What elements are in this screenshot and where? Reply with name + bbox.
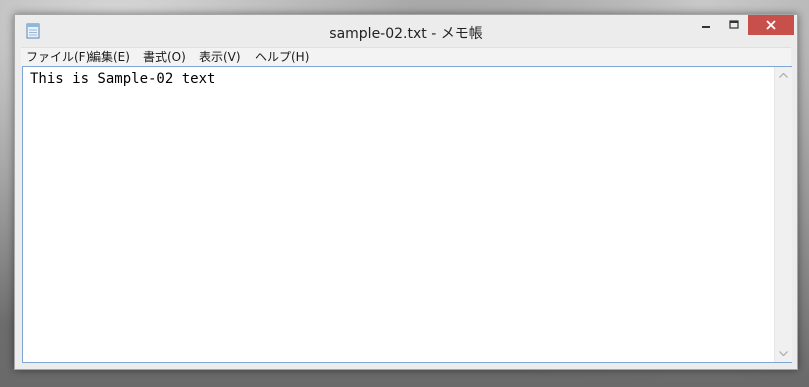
notepad-window: sample-02.txt - メモ帳 ファイル(F) 編集(E) 書式(O) … bbox=[14, 14, 798, 370]
vertical-scrollbar[interactable] bbox=[774, 67, 792, 362]
window-title: sample-02.txt - メモ帳 bbox=[329, 26, 483, 42]
menu-bar: ファイル(F) 編集(E) 書式(O) 表示(V) ヘルプ(H) bbox=[21, 47, 791, 67]
scroll-down-button[interactable] bbox=[775, 345, 792, 362]
editor-content[interactable]: This is Sample-02 text bbox=[30, 71, 215, 87]
title-bar[interactable]: sample-02.txt - メモ帳 bbox=[15, 15, 797, 47]
text-editor[interactable]: This is Sample-02 text bbox=[22, 66, 792, 363]
scroll-up-button[interactable] bbox=[775, 67, 792, 84]
maximize-button[interactable] bbox=[720, 15, 748, 35]
menu-view[interactable]: 表示(V) bbox=[196, 49, 244, 66]
menu-file[interactable]: ファイル(F) bbox=[23, 49, 93, 66]
menu-edit[interactable]: 編集(E) bbox=[86, 49, 133, 66]
minimize-button[interactable] bbox=[692, 15, 720, 35]
menu-format[interactable]: 書式(O) bbox=[140, 49, 189, 66]
close-button[interactable] bbox=[748, 15, 794, 35]
menu-help[interactable]: ヘルプ(H) bbox=[252, 49, 312, 66]
